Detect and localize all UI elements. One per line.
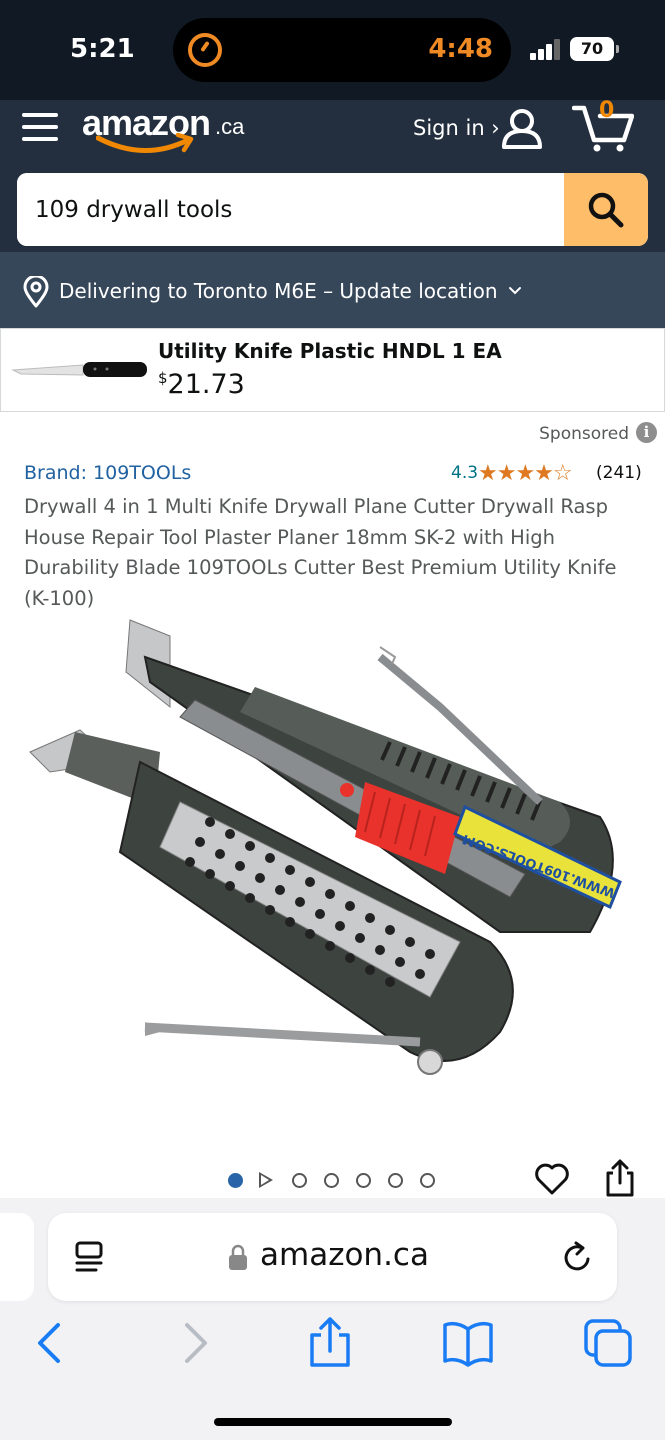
- status-time: 5:21: [70, 34, 135, 64]
- chevron-down-icon: [509, 287, 521, 295]
- location-pin-icon: [23, 276, 49, 308]
- hamburger-menu-icon[interactable]: [22, 109, 60, 145]
- user-icon[interactable]: [500, 106, 544, 150]
- image-carousel-indicator[interactable]: [228, 1170, 440, 1190]
- sign-in-link[interactable]: Sign in ›: [413, 116, 500, 140]
- ad-product-title: Utility Knife Plastic HNDL 1 EA: [158, 339, 502, 363]
- back-icon[interactable]: [30, 1313, 70, 1373]
- timer-time: 4:48: [428, 34, 493, 64]
- logo-tld: .ca: [215, 114, 245, 139]
- reader-mode-icon[interactable]: [74, 1240, 106, 1276]
- carousel-dot[interactable]: [388, 1173, 403, 1188]
- smile-arrow-icon: [96, 132, 194, 153]
- ad-product-price: $21.73: [158, 369, 245, 400]
- home-indicator[interactable]: [214, 1418, 452, 1426]
- knife-thumbnail-image: [11, 362, 147, 377]
- cart-count: 0: [599, 98, 615, 123]
- search-input[interactable]: [17, 173, 564, 246]
- amazon-logo[interactable]: amazon .ca: [82, 100, 252, 162]
- search-box: [17, 173, 648, 246]
- dynamic-island[interactable]: 4:48: [173, 18, 511, 82]
- heart-icon[interactable]: [534, 1162, 570, 1196]
- product-title[interactable]: Drywall 4 in 1 Multi Knife Drywall Plane…: [24, 492, 644, 614]
- tabs-icon[interactable]: [582, 1313, 634, 1373]
- timer-icon: [188, 33, 222, 67]
- sponsored-product-banner[interactable]: Utility Knife Plastic HNDL 1 EA $21.73: [0, 328, 665, 412]
- delivery-location-bar[interactable]: Delivering to Toronto M6E – Update locat…: [0, 252, 665, 328]
- safari-toolbar: amazon.ca: [0, 1198, 665, 1440]
- carousel-dot[interactable]: [356, 1173, 371, 1188]
- search-button[interactable]: [564, 173, 648, 246]
- address-bar[interactable]: amazon.ca: [48, 1213, 617, 1301]
- lock-icon: [229, 1244, 247, 1270]
- cellular-signal-icon: [530, 38, 562, 60]
- previous-tab-preview[interactable]: [0, 1213, 34, 1301]
- search-icon: [588, 192, 624, 228]
- brand-link[interactable]: Brand: 109TOOLs: [24, 462, 191, 484]
- sponsored-label: Sponsored: [539, 424, 629, 444]
- product-image[interactable]: WWW.109TOOLS.COM: [20, 612, 645, 1112]
- share-icon[interactable]: [306, 1313, 354, 1373]
- carousel-dot[interactable]: [292, 1173, 307, 1188]
- info-icon[interactable]: i: [636, 422, 657, 443]
- browser-nav-row: [0, 1313, 665, 1373]
- battery-icon: 70: [570, 37, 619, 61]
- carousel-dot[interactable]: [324, 1173, 339, 1188]
- price-currency: $: [158, 369, 168, 387]
- carousel-dot[interactable]: [228, 1173, 243, 1188]
- share-icon[interactable]: [603, 1158, 637, 1198]
- bookmarks-icon[interactable]: [440, 1313, 496, 1373]
- address-url[interactable]: amazon.ca: [260, 1237, 429, 1273]
- carousel-dot[interactable]: [420, 1173, 435, 1188]
- rating-count[interactable]: (241): [596, 463, 642, 483]
- amazon-header: amazon .ca Sign in › 0: [0, 98, 665, 252]
- rating-value[interactable]: 4.3: [451, 463, 478, 483]
- video-play-icon[interactable]: [259, 1172, 273, 1188]
- battery-level: 70: [580, 39, 604, 58]
- status-bar: 5:21 4:48 70: [0, 0, 665, 100]
- reload-icon[interactable]: [560, 1239, 596, 1275]
- delivery-location-text: Delivering to Toronto M6E – Update locat…: [59, 279, 498, 303]
- forward-icon[interactable]: [175, 1313, 215, 1373]
- price-value: 21.73: [167, 369, 245, 400]
- star-rating-icon[interactable]: ★★★★☆: [478, 461, 573, 486]
